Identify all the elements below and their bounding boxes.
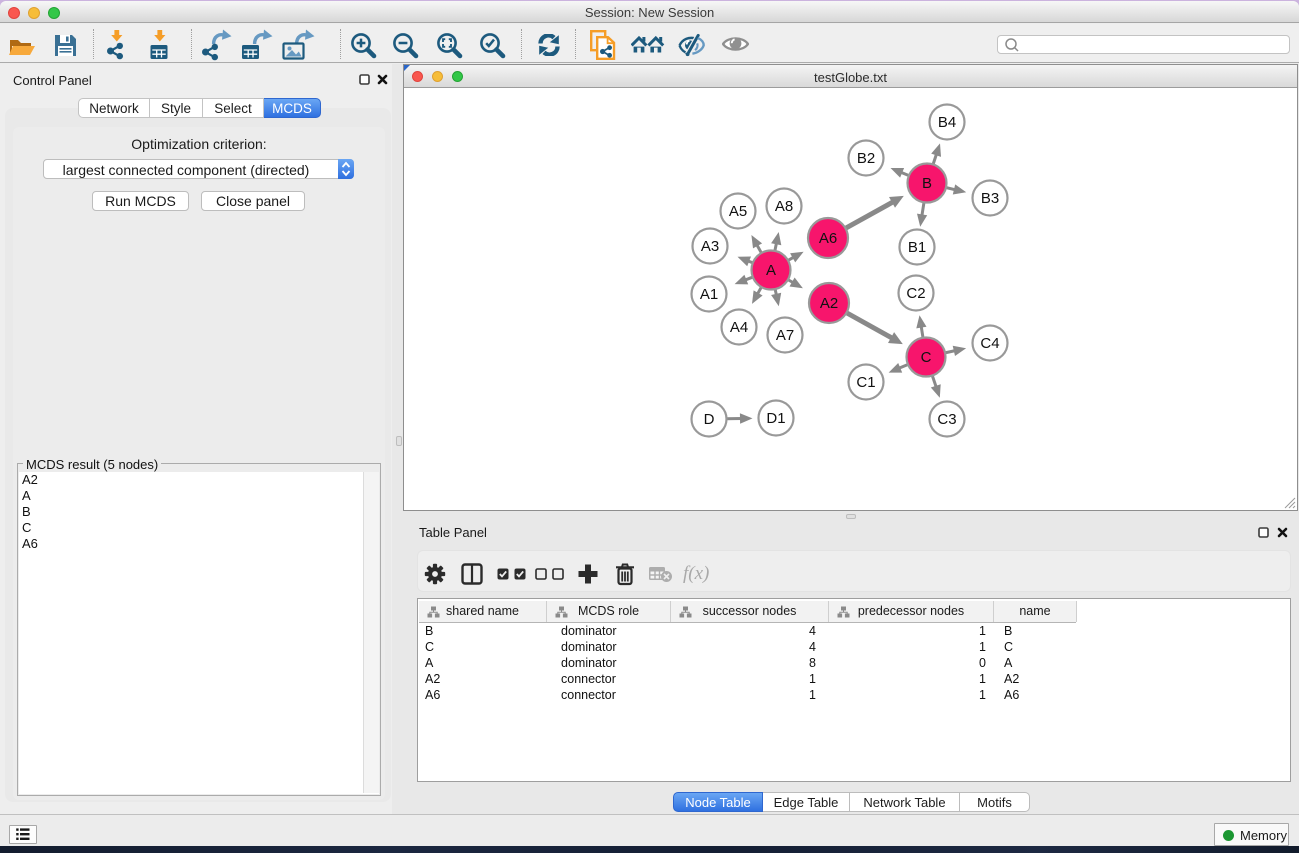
svg-text:A8: A8 xyxy=(775,198,793,215)
svg-text:B: B xyxy=(922,175,932,192)
svg-text:A5: A5 xyxy=(729,203,747,220)
svg-text:C4: C4 xyxy=(980,335,999,352)
svg-text:A1: A1 xyxy=(700,286,718,303)
svg-text:A3: A3 xyxy=(701,238,719,255)
svg-text:A4: A4 xyxy=(730,319,748,336)
svg-text:B4: B4 xyxy=(938,114,956,131)
svg-text:C1: C1 xyxy=(856,374,875,391)
svg-text:B3: B3 xyxy=(981,190,999,207)
svg-text:C3: C3 xyxy=(937,411,956,428)
svg-text:D: D xyxy=(704,411,715,428)
svg-text:B1: B1 xyxy=(908,239,926,256)
svg-text:A6: A6 xyxy=(819,230,837,247)
svg-text:B2: B2 xyxy=(857,150,875,167)
svg-text:A2: A2 xyxy=(820,295,838,312)
svg-text:A7: A7 xyxy=(776,327,794,344)
svg-text:C: C xyxy=(921,349,932,366)
svg-text:A: A xyxy=(766,262,776,279)
svg-text:C2: C2 xyxy=(906,285,925,302)
svg-text:D1: D1 xyxy=(766,410,785,427)
